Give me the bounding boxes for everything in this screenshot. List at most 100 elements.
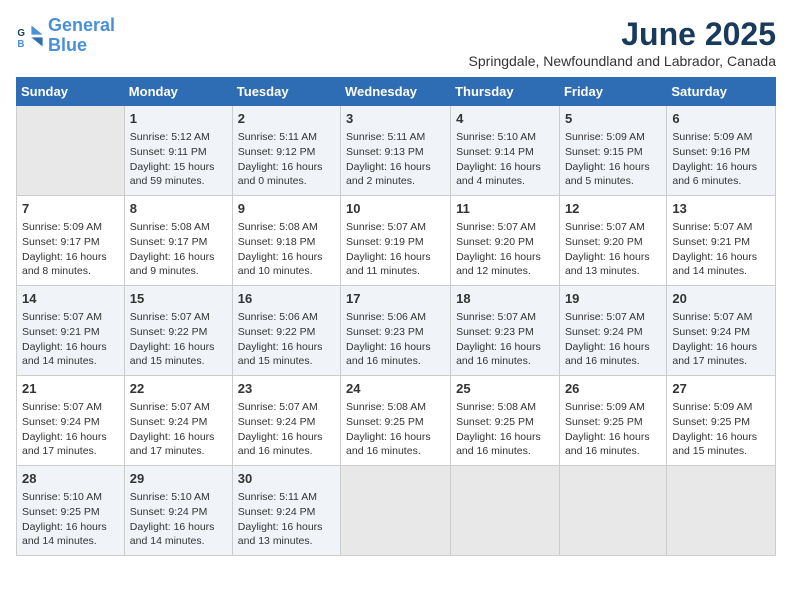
- daylight-hours: Daylight: 16 hours and 6 minutes.: [672, 160, 770, 189]
- daylight-hours: Daylight: 16 hours and 16 minutes.: [565, 430, 661, 459]
- table-row: 17 Sunrise: 5:06 AM Sunset: 9:23 PM Dayl…: [341, 286, 451, 376]
- table-row: 14 Sunrise: 5:07 AM Sunset: 9:21 PM Dayl…: [17, 286, 125, 376]
- col-tuesday: Tuesday: [232, 78, 340, 106]
- day-number: 15: [130, 290, 227, 308]
- calendar: Sunday Monday Tuesday Wednesday Thursday…: [16, 77, 776, 556]
- table-row: [559, 466, 666, 556]
- daylight-hours: Daylight: 16 hours and 4 minutes.: [456, 160, 554, 189]
- day-number: 23: [238, 380, 335, 398]
- day-number: 6: [672, 110, 770, 128]
- daylight-hours: Daylight: 16 hours and 10 minutes.: [238, 250, 335, 279]
- table-row: 3 Sunrise: 5:11 AM Sunset: 9:13 PM Dayli…: [341, 106, 451, 196]
- daylight-hours: Daylight: 16 hours and 16 minutes.: [565, 340, 661, 369]
- table-row: 25 Sunrise: 5:08 AM Sunset: 9:25 PM Dayl…: [451, 376, 560, 466]
- sunrise: Sunrise: 5:11 AM: [238, 130, 335, 145]
- logo-text: GeneralBlue: [48, 16, 115, 56]
- day-number: 13: [672, 200, 770, 218]
- table-row: 11 Sunrise: 5:07 AM Sunset: 9:20 PM Dayl…: [451, 196, 560, 286]
- day-number: 25: [456, 380, 554, 398]
- sunset: Sunset: 9:18 PM: [238, 235, 335, 250]
- day-number: 3: [346, 110, 445, 128]
- day-number: 8: [130, 200, 227, 218]
- day-number: 24: [346, 380, 445, 398]
- day-number: 9: [238, 200, 335, 218]
- daylight-hours: Daylight: 16 hours and 11 minutes.: [346, 250, 445, 279]
- daylight-hours: Daylight: 16 hours and 17 minutes.: [672, 340, 770, 369]
- day-number: 17: [346, 290, 445, 308]
- daylight-hours: Daylight: 16 hours and 8 minutes.: [22, 250, 119, 279]
- sunrise: Sunrise: 5:07 AM: [672, 310, 770, 325]
- sunset: Sunset: 9:24 PM: [565, 325, 661, 340]
- sunset: Sunset: 9:23 PM: [346, 325, 445, 340]
- table-row: 7 Sunrise: 5:09 AM Sunset: 9:17 PM Dayli…: [17, 196, 125, 286]
- table-row: 24 Sunrise: 5:08 AM Sunset: 9:25 PM Dayl…: [341, 376, 451, 466]
- col-friday: Friday: [559, 78, 666, 106]
- day-number: 4: [456, 110, 554, 128]
- sunset: Sunset: 9:20 PM: [565, 235, 661, 250]
- day-number: 19: [565, 290, 661, 308]
- daylight-hours: Daylight: 16 hours and 13 minutes.: [565, 250, 661, 279]
- day-number: 16: [238, 290, 335, 308]
- sunrise: Sunrise: 5:12 AM: [130, 130, 227, 145]
- title-area: June 2025 Springdale, Newfoundland and L…: [469, 16, 776, 69]
- table-row: 18 Sunrise: 5:07 AM Sunset: 9:23 PM Dayl…: [451, 286, 560, 376]
- sunset: Sunset: 9:14 PM: [456, 145, 554, 160]
- sunset: Sunset: 9:13 PM: [346, 145, 445, 160]
- sunset: Sunset: 9:24 PM: [130, 415, 227, 430]
- table-row: 10 Sunrise: 5:07 AM Sunset: 9:19 PM Dayl…: [341, 196, 451, 286]
- daylight-hours: Daylight: 16 hours and 12 minutes.: [456, 250, 554, 279]
- sunrise: Sunrise: 5:07 AM: [130, 310, 227, 325]
- sunset: Sunset: 9:21 PM: [672, 235, 770, 250]
- daylight-hours: Daylight: 16 hours and 9 minutes.: [130, 250, 227, 279]
- sunrise: Sunrise: 5:10 AM: [130, 490, 227, 505]
- table-row: 28 Sunrise: 5:10 AM Sunset: 9:25 PM Dayl…: [17, 466, 125, 556]
- table-row: 26 Sunrise: 5:09 AM Sunset: 9:25 PM Dayl…: [559, 376, 666, 466]
- day-number: 12: [565, 200, 661, 218]
- subtitle: Springdale, Newfoundland and Labrador, C…: [469, 53, 776, 69]
- table-row: 20 Sunrise: 5:07 AM Sunset: 9:24 PM Dayl…: [667, 286, 776, 376]
- daylight-hours: Daylight: 16 hours and 16 minutes.: [238, 430, 335, 459]
- day-number: 26: [565, 380, 661, 398]
- col-saturday: Saturday: [667, 78, 776, 106]
- day-number: 18: [456, 290, 554, 308]
- table-row: 13 Sunrise: 5:07 AM Sunset: 9:21 PM Dayl…: [667, 196, 776, 286]
- col-wednesday: Wednesday: [341, 78, 451, 106]
- sunset: Sunset: 9:12 PM: [238, 145, 335, 160]
- daylight-hours: Daylight: 16 hours and 2 minutes.: [346, 160, 445, 189]
- sunrise: Sunrise: 5:07 AM: [130, 400, 227, 415]
- col-monday: Monday: [124, 78, 232, 106]
- day-number: 28: [22, 470, 119, 488]
- day-number: 29: [130, 470, 227, 488]
- sunset: Sunset: 9:16 PM: [672, 145, 770, 160]
- daylight-hours: Daylight: 16 hours and 14 minutes.: [22, 340, 119, 369]
- sunset: Sunset: 9:21 PM: [22, 325, 119, 340]
- sunset: Sunset: 9:25 PM: [346, 415, 445, 430]
- logo-icon: G B: [16, 22, 44, 50]
- table-row: [667, 466, 776, 556]
- sunset: Sunset: 9:23 PM: [456, 325, 554, 340]
- sunset: Sunset: 9:25 PM: [672, 415, 770, 430]
- daylight-hours: Daylight: 16 hours and 13 minutes.: [238, 520, 335, 549]
- table-row: 27 Sunrise: 5:09 AM Sunset: 9:25 PM Dayl…: [667, 376, 776, 466]
- month-title: June 2025: [469, 16, 776, 53]
- sunrise: Sunrise: 5:07 AM: [565, 310, 661, 325]
- daylight-hours: Daylight: 16 hours and 0 minutes.: [238, 160, 335, 189]
- day-number: 7: [22, 200, 119, 218]
- col-thursday: Thursday: [451, 78, 560, 106]
- table-row: 22 Sunrise: 5:07 AM Sunset: 9:24 PM Dayl…: [124, 376, 232, 466]
- sunrise: Sunrise: 5:11 AM: [346, 130, 445, 145]
- col-sunday: Sunday: [17, 78, 125, 106]
- sunrise: Sunrise: 5:07 AM: [346, 220, 445, 235]
- sunrise: Sunrise: 5:07 AM: [565, 220, 661, 235]
- daylight-hours: Daylight: 16 hours and 16 minutes.: [346, 340, 445, 369]
- day-number: 2: [238, 110, 335, 128]
- table-row: [451, 466, 560, 556]
- sunrise: Sunrise: 5:09 AM: [565, 130, 661, 145]
- daylight-hours: Daylight: 16 hours and 14 minutes.: [22, 520, 119, 549]
- table-row: 8 Sunrise: 5:08 AM Sunset: 9:17 PM Dayli…: [124, 196, 232, 286]
- sunset: Sunset: 9:17 PM: [22, 235, 119, 250]
- daylight-hours: Daylight: 15 hours and 59 minutes.: [130, 160, 227, 189]
- sunset: Sunset: 9:19 PM: [346, 235, 445, 250]
- sunset: Sunset: 9:22 PM: [130, 325, 227, 340]
- sunrise: Sunrise: 5:08 AM: [238, 220, 335, 235]
